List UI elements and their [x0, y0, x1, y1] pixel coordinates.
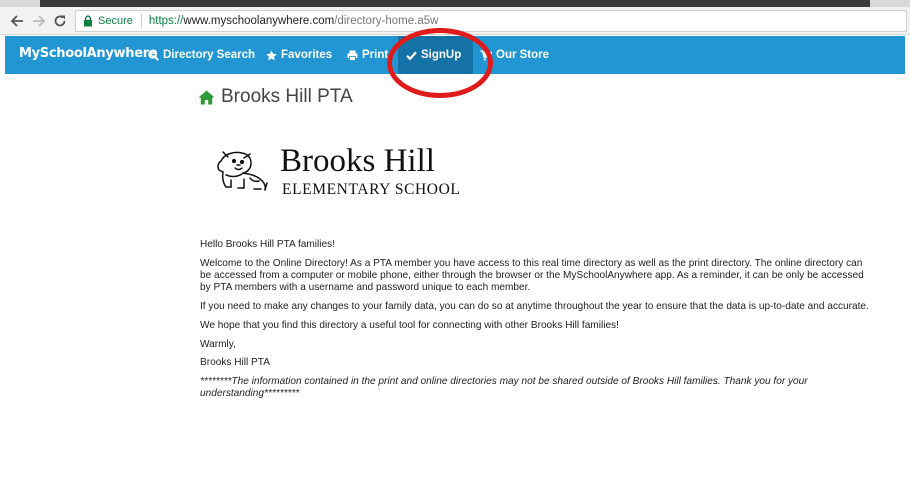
- privacy-note: ********The information contained in the…: [200, 376, 808, 400]
- browser-tab[interactable]: [870, 0, 910, 7]
- logo-line-1: Brooks Hill: [280, 143, 435, 179]
- reload-icon: [54, 15, 66, 27]
- url-scheme: https://: [148, 15, 184, 27]
- arrow-right-icon: [33, 15, 46, 27]
- paragraph-changes: If you need to make any changes to your …: [200, 301, 869, 312]
- nav-signup[interactable]: SignUp: [398, 36, 473, 74]
- bulldog-icon: [217, 151, 268, 191]
- page-title-text: Brooks Hill PTA: [221, 86, 353, 107]
- lock-icon: [83, 15, 93, 27]
- nav-label: Directory Search: [163, 49, 256, 61]
- nav-favorites[interactable]: Favorites: [258, 36, 340, 74]
- reload-button[interactable]: [51, 12, 69, 30]
- signature-text: Brooks Hill PTA: [200, 357, 270, 369]
- star-icon: [266, 49, 277, 61]
- browser-tab[interactable]: [0, 0, 40, 7]
- nav-label: Favorites: [281, 49, 333, 61]
- forward-button[interactable]: [30, 12, 48, 30]
- welcome-message: Hello Brooks Hill PTA families! Welcome …: [200, 239, 876, 407]
- greeting-text: Hello Brooks Hill PTA families!: [200, 239, 335, 250]
- home-icon: [198, 90, 215, 105]
- closing-text: Warmly,: [200, 338, 236, 350]
- back-button[interactable]: [8, 12, 26, 30]
- cart-icon: [480, 49, 492, 61]
- paragraph-hope: We hope that you find this directory a u…: [200, 319, 619, 331]
- search-icon: [148, 49, 159, 61]
- printer-icon: [347, 50, 358, 61]
- secure-label: Secure: [98, 15, 133, 27]
- page-title: Brooks Hill PTA: [198, 86, 353, 108]
- check-icon: [406, 50, 417, 61]
- school-logo: Brooks Hill ELEMENTARY SCHOOL: [214, 143, 464, 199]
- nav-directory-search[interactable]: Directory Search: [140, 36, 263, 74]
- arrow-left-icon: [10, 15, 23, 27]
- url-separator: [140, 14, 142, 28]
- nav-our-store[interactable]: Our Store: [472, 36, 557, 74]
- address-bar[interactable]: Secure https:// www.myschoolanywhere.com…: [75, 10, 907, 32]
- browser-toolbar: Secure https:// www.myschoolanywhere.com…: [0, 7, 910, 35]
- browser-tab-strip: [0, 0, 910, 7]
- nav-label: Our Store: [496, 49, 550, 61]
- nav-label: Print: [362, 49, 389, 61]
- logo-line-2: ELEMENTARY SCHOOL: [282, 181, 461, 198]
- brand-logo[interactable]: MySchoolAnywhere: [19, 46, 158, 61]
- app-navbar: MySchoolAnywhere Directory Search Favori…: [5, 36, 905, 74]
- url-path: /directory-home.a5w: [334, 15, 439, 27]
- url-host: www.myschoolanywhere.com: [183, 15, 335, 27]
- paragraph-intro: Welcome to the Online Directory! As a PT…: [200, 257, 864, 294]
- nav-print[interactable]: Print: [339, 36, 396, 74]
- nav-label: SignUp: [421, 49, 462, 61]
